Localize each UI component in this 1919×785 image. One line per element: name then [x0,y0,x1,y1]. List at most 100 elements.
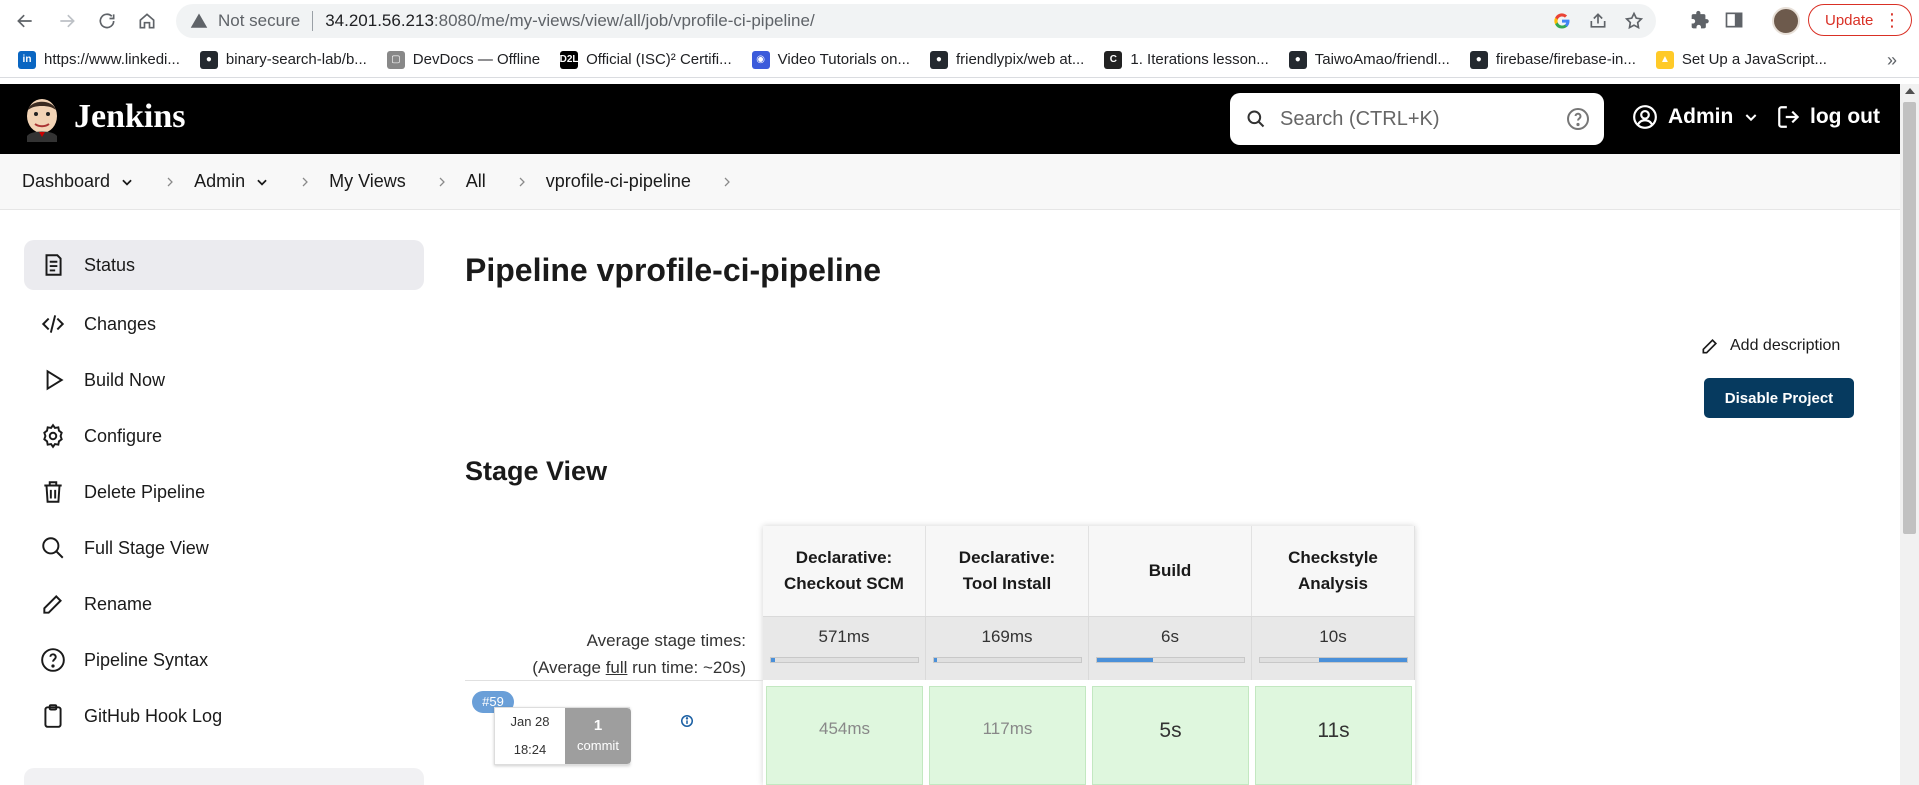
avg-label-pre: (Average [532,658,606,677]
stage-average-fill [934,658,937,662]
stage-header-label: Checkstyle Analysis [1288,545,1378,597]
bookmark-item[interactable]: ▲ Set Up a JavaScript... [1655,50,1827,69]
jenkins-title[interactable]: Jenkins [74,98,186,136]
bookmark-item[interactable]: ● TaiwoAmao/friendl... [1288,50,1450,69]
sidebar-item-configure[interactable]: Configure [24,408,424,464]
arrow-right-icon [60,14,75,28]
share-icon[interactable] [1588,11,1608,31]
breadcrumb-item[interactable]: Admin [194,171,269,192]
bookmark-item[interactable]: ▢ DevDocs — Offline [386,50,541,69]
sidebar-item-full-stage-view[interactable]: Full Stage View [24,520,424,576]
sidebar-item-build-now[interactable]: Build Now [24,352,424,408]
jenkins-logo-icon[interactable] [22,94,62,142]
pencil-icon [43,595,62,614]
reload-button[interactable] [92,6,122,36]
breadcrumb-item[interactable]: Dashboard [22,171,134,192]
bookmarks-bar: in https://www.linkedi... ● binary-search-l… [0,42,1919,78]
breadcrumb-item[interactable]: All [466,171,486,192]
stage-average-bar [933,657,1082,663]
sidebar-item-label: Pipeline Syntax [84,649,209,670]
scroll-up-arrow[interactable] [1905,88,1915,94]
sidebar-item-delete-pipeline[interactable]: Delete Pipeline [24,464,424,520]
stage-header-label: Declarative: Checkout SCM [784,545,904,597]
bookmark-item[interactable]: D2L Official (ISC)² Certifi... [560,50,732,69]
breadcrumb: Dashboard Admin My Views All vprofile-ci-pip… [0,154,1900,210]
bookmark-item[interactable]: ● friendlypix/web at... [929,50,1084,69]
stage-average-time: 169ms [981,627,1033,646]
average-stage-times-label: Average stage times: (Average full run t… [500,627,746,681]
breadcrumb-separator [134,176,194,188]
disable-project-button[interactable]: Disable Project [1704,378,1854,418]
breadcrumb-label: All [465,171,486,191]
profile-avatar[interactable] [1772,7,1800,35]
sidebar-next-item[interactable] [24,768,424,785]
stage-result-cell[interactable]: 454ms [766,686,923,785]
chevron-down-icon[interactable] [255,175,269,189]
search-icon [1247,110,1265,128]
url-host: 34.201.56.213 [325,11,434,30]
bookmark-item[interactable]: in https://www.linkedi... [18,50,180,69]
forward-button[interactable] [52,6,82,36]
sidebar-item-status[interactable]: Status [24,240,424,290]
run-commits[interactable]: 1 commit [565,708,631,764]
breadcrumb-item[interactable]: My Views [329,171,406,192]
sidebar-item-pipeline-syntax[interactable]: Pipeline Syntax [24,632,424,688]
add-description-link[interactable]: Add description [1700,336,1840,356]
run-date-time: 18:24 [513,742,547,757]
bookmarks-more-button[interactable]: » [1887,50,1897,71]
stage-average-time: 6s [1161,627,1179,646]
github-icon: ● [1288,50,1307,69]
back-button[interactable] [10,6,40,36]
home-icon [139,13,155,29]
breadcrumb-item[interactable]: vprofile-ci-pipeline [546,171,691,192]
page-title: Pipeline vprofile-ci-pipeline [465,252,882,288]
sidebar-item-label: Full Stage View [84,537,209,558]
address-bar[interactable]: Not secure 34.201.56.213:8080/me/my-view… [176,4,1656,38]
bookmark-label: Official (ISC)² Certifi... [586,51,732,68]
bookmark-item[interactable]: ● firebase/firebase-in... [1469,50,1636,69]
stage-result-cell[interactable]: 11s [1255,686,1412,785]
bookmark-item[interactable]: ● binary-search-lab/b... [199,50,367,69]
user-menu[interactable]: Admin [1632,104,1769,130]
breadcrumb-label: vprofile-ci-pipeline [545,171,691,191]
scroll-thumb[interactable] [1903,102,1916,534]
logout-label: log out [1810,105,1880,128]
puzzle-icon[interactable] [1690,10,1710,30]
chevron-down-icon[interactable] [120,175,134,189]
breadcrumb-separator [486,176,546,188]
bookmark-label: DevDocs — Offline [412,51,541,68]
github-icon: ● [199,50,218,69]
c-icon: C [1104,50,1123,69]
page-scrollbar[interactable] [1900,84,1919,785]
pencil-icon [1702,338,1718,354]
side-panel-icon[interactable] [1724,10,1744,30]
stage-average: 6s [1089,616,1252,680]
help-icon[interactable] [1566,107,1590,131]
sidebar-item-github-hook-log[interactable]: GitHub Hook Log [24,688,424,744]
sidebar-item-rename[interactable]: Rename [24,576,424,632]
sidebar-item-label: Status [84,254,136,275]
star-icon[interactable] [1624,11,1644,31]
avg-full-link[interactable]: full [606,658,628,677]
run-info-icon[interactable] [680,714,694,728]
sidebar-item-label: Delete Pipeline [84,481,206,502]
stage-average-time: 10s [1319,627,1347,646]
run-card[interactable]: Jan 28 18:24 1 commit [494,707,631,765]
sidebar-item-changes[interactable]: Changes [24,296,424,352]
bookmark-item[interactable]: C 1. Iterations lesson... [1104,50,1269,69]
breadcrumb-label: My Views [329,171,406,191]
home-button[interactable] [132,6,162,36]
stage-result-time: 5s [1159,719,1182,742]
run-commit-label: commit [577,738,619,753]
bookmark-item[interactable]: ◉ Video Tutorials on... [751,50,910,69]
stage-result-cell[interactable]: 5s [1092,686,1249,785]
stage-average-bar [770,657,919,663]
stage-result-cell[interactable]: 117ms [929,686,1086,785]
stage-name-line2: Tool Install [962,574,1052,593]
bookmark-label: Set Up a JavaScript... [1681,51,1827,68]
logout-link[interactable]: log out [1776,104,1880,130]
search-input[interactable] [1280,101,1550,137]
google-icon[interactable] [1552,11,1572,31]
stage-view-title: Stage View [465,456,608,486]
update-button[interactable]: Update ⋮ [1808,4,1912,36]
